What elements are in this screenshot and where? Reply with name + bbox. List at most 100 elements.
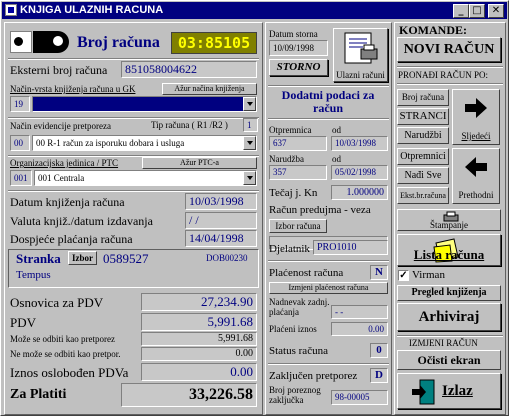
exit-door-icon [412, 379, 435, 405]
trazi-stranci-button[interactable]: STRANCI [397, 108, 449, 125]
pdv-field[interactable]: 5,991.68 [141, 313, 257, 331]
otpremnica-field[interactable]: 637 [269, 136, 327, 151]
tip-field[interactable]: 1 [243, 118, 258, 132]
nemoze-label: Ne može se odbiti kao pretpor. [10, 349, 121, 359]
sljedeci-button[interactable]: Sljedeći [452, 89, 500, 145]
nacin-code-field[interactable]: 19 [10, 96, 30, 112]
stranka-name: Tempus [16, 269, 51, 281]
datum-label: Datum knjiženja računa [10, 195, 125, 209]
trazi-broj-racuna-button[interactable]: Broj računa [397, 89, 449, 106]
app-icon [5, 4, 17, 16]
stranka-label: Stranka [16, 251, 61, 266]
iznos-label: Iznos oslobođen PDVa [10, 365, 129, 380]
divider [397, 335, 503, 337]
org-code-field[interactable]: 001 [10, 170, 32, 186]
predujam-label: Račun predujma - veza [269, 204, 371, 216]
izmjeni-placenost-button[interactable]: Izmjeni plaćenost računa [269, 282, 388, 294]
djelatnik-field[interactable]: PRO1010 [313, 240, 388, 255]
close-button[interactable]: ✕ [488, 4, 504, 18]
od2-label: od [332, 154, 341, 164]
lista-racuna-button[interactable]: Lista računa [397, 234, 501, 266]
broj-porez-label: Broj poreznog zaključka [269, 385, 321, 405]
otpremnica-label: Otpremnica [269, 125, 312, 135]
djelatnik-label: Djelatnik [269, 243, 310, 255]
window-title: KNJIGA ULAZNIH RACUNA [20, 4, 164, 16]
lista-racuna-label: Lista računa [413, 247, 485, 262]
nemoze-field[interactable]: 0.00 [141, 347, 257, 361]
stampanje-button[interactable]: Štampanje [397, 209, 501, 231]
arhiviraj-button[interactable]: Arhiviraj [397, 303, 501, 331]
tecaj-label: Tečaj j. Kn [269, 187, 318, 199]
valuta-input[interactable]: / / [185, 212, 257, 229]
novi-racun-button[interactable]: NOVI RAČUN [397, 37, 501, 62]
maximize-button[interactable]: □ [469, 4, 485, 18]
placenost-field[interactable]: N [370, 265, 388, 280]
trazi-narudzbi-button[interactable]: Narudžbi [397, 127, 449, 144]
storno-date-field[interactable]: 10/09/1998 [269, 40, 328, 56]
storno-button[interactable]: STORNO [269, 59, 328, 76]
divider [397, 83, 503, 85]
stranka-value: 0589527 [103, 251, 149, 266]
moze-label: Može se odbiti kao pretporez [10, 334, 115, 344]
osnovica-field[interactable]: 27,234.90 [141, 293, 257, 311]
zakljucen-field[interactable]: D [370, 368, 388, 383]
dospijece-input[interactable]: 14/04/1998 [185, 230, 257, 247]
datum-input[interactable]: 10/03/1998 [185, 193, 257, 210]
dodatni-title: Dodatni podaci za račun [281, 88, 375, 115]
broj-racuna-display: 03:85105 [171, 32, 257, 54]
ocisti-ekran-button[interactable]: Očisti ekran [397, 350, 501, 370]
platiti-field[interactable]: 33,226.58 [121, 383, 257, 407]
toggle-icon[interactable] [10, 31, 32, 53]
nacin-select[interactable] [32, 96, 257, 112]
izlaz-button[interactable]: Izlaz [397, 373, 501, 409]
tecaj-field[interactable]: 1.000000 [331, 185, 388, 200]
placeni-label: Plaćeni iznos [269, 324, 317, 334]
ulazni-racuni-button[interactable]: Ulazni računi [333, 28, 388, 82]
ulazni-racuni-label: Ulazni računi [336, 70, 385, 80]
trazi-otpremnici-button[interactable]: Otpremnici [397, 148, 449, 165]
sljedeci-label: Sljedeći [461, 131, 491, 141]
dospijece-label: Dospjeće plaćanja računa [10, 232, 133, 246]
osnovica-label: Osnovica za PDV [10, 295, 104, 310]
narudzba-field[interactable]: 357 [269, 165, 327, 180]
org-select[interactable]: 001 Centrala [34, 170, 257, 186]
azur-nacina-button[interactable]: Ažur načina knjiženja [162, 83, 257, 95]
nadnevak-label: Nadnevak zadnj. plaćanja [269, 297, 330, 317]
stranka-dob: DOB00230 [206, 253, 248, 263]
trazi-ekst-button[interactable]: Ekst.br.računa [397, 187, 449, 204]
nadnevak-field[interactable]: - - [331, 305, 388, 319]
status-field[interactable]: 0 [370, 343, 388, 358]
azur-ptc-button[interactable]: Ažur PTC-a [142, 157, 257, 169]
arrow-right-icon [465, 98, 487, 118]
otpremnica-date-field[interactable]: 10/03/1998 [331, 136, 388, 151]
toggle-switch-icon[interactable] [33, 31, 69, 53]
arrow-left-icon [465, 157, 487, 177]
placeni-field[interactable]: 0.00 [331, 322, 388, 336]
divider [268, 363, 389, 365]
divider [8, 117, 259, 119]
evidencija-code-field[interactable]: 00 [10, 135, 30, 151]
nadi-sve-button[interactable]: Nađi Sve [397, 167, 449, 184]
placenost-label: Plaćenost računa [269, 267, 344, 279]
moze-field[interactable]: 5,991.68 [141, 332, 257, 346]
virman-checkbox[interactable]: ✓ [398, 270, 409, 281]
izmjeni-racun-label: IZMJENI RAČUN [409, 338, 478, 348]
evidencija-select[interactable]: 00 R-1 račun za isporuku dobara i usluga [32, 135, 257, 151]
org-select-value: 001 Centrala [38, 173, 85, 183]
stranka-izbor-button[interactable]: Izbor [68, 251, 97, 265]
status-label: Status računa [269, 345, 328, 357]
iznos-field[interactable]: 0.00 [141, 363, 257, 381]
pregled-knjizenja-button[interactable]: Pregled knjiženja [397, 285, 501, 301]
eksterni-input[interactable]: 851058004622 [121, 61, 257, 78]
broj-porez-field[interactable]: 98-00005 [331, 390, 388, 405]
tip-label: Tip računa ( R1 /R2 ) [151, 120, 228, 130]
narudzba-date-field[interactable]: 05/02/1998 [331, 165, 388, 180]
od1-label: od [332, 125, 341, 135]
title-bar[interactable]: KNJIGA ULAZNIH RACUNA _ □ ✕ [2, 2, 507, 19]
broj-racuna-label: Broj računa [77, 34, 160, 51]
divider [268, 260, 389, 262]
minimize-button[interactable]: _ [453, 4, 469, 18]
prethodni-button[interactable]: Prethodni [452, 148, 500, 204]
evidencija-label: Način evidencije pretporeza [10, 121, 111, 131]
izbor-racuna-button[interactable]: Izbor računa [269, 219, 327, 233]
